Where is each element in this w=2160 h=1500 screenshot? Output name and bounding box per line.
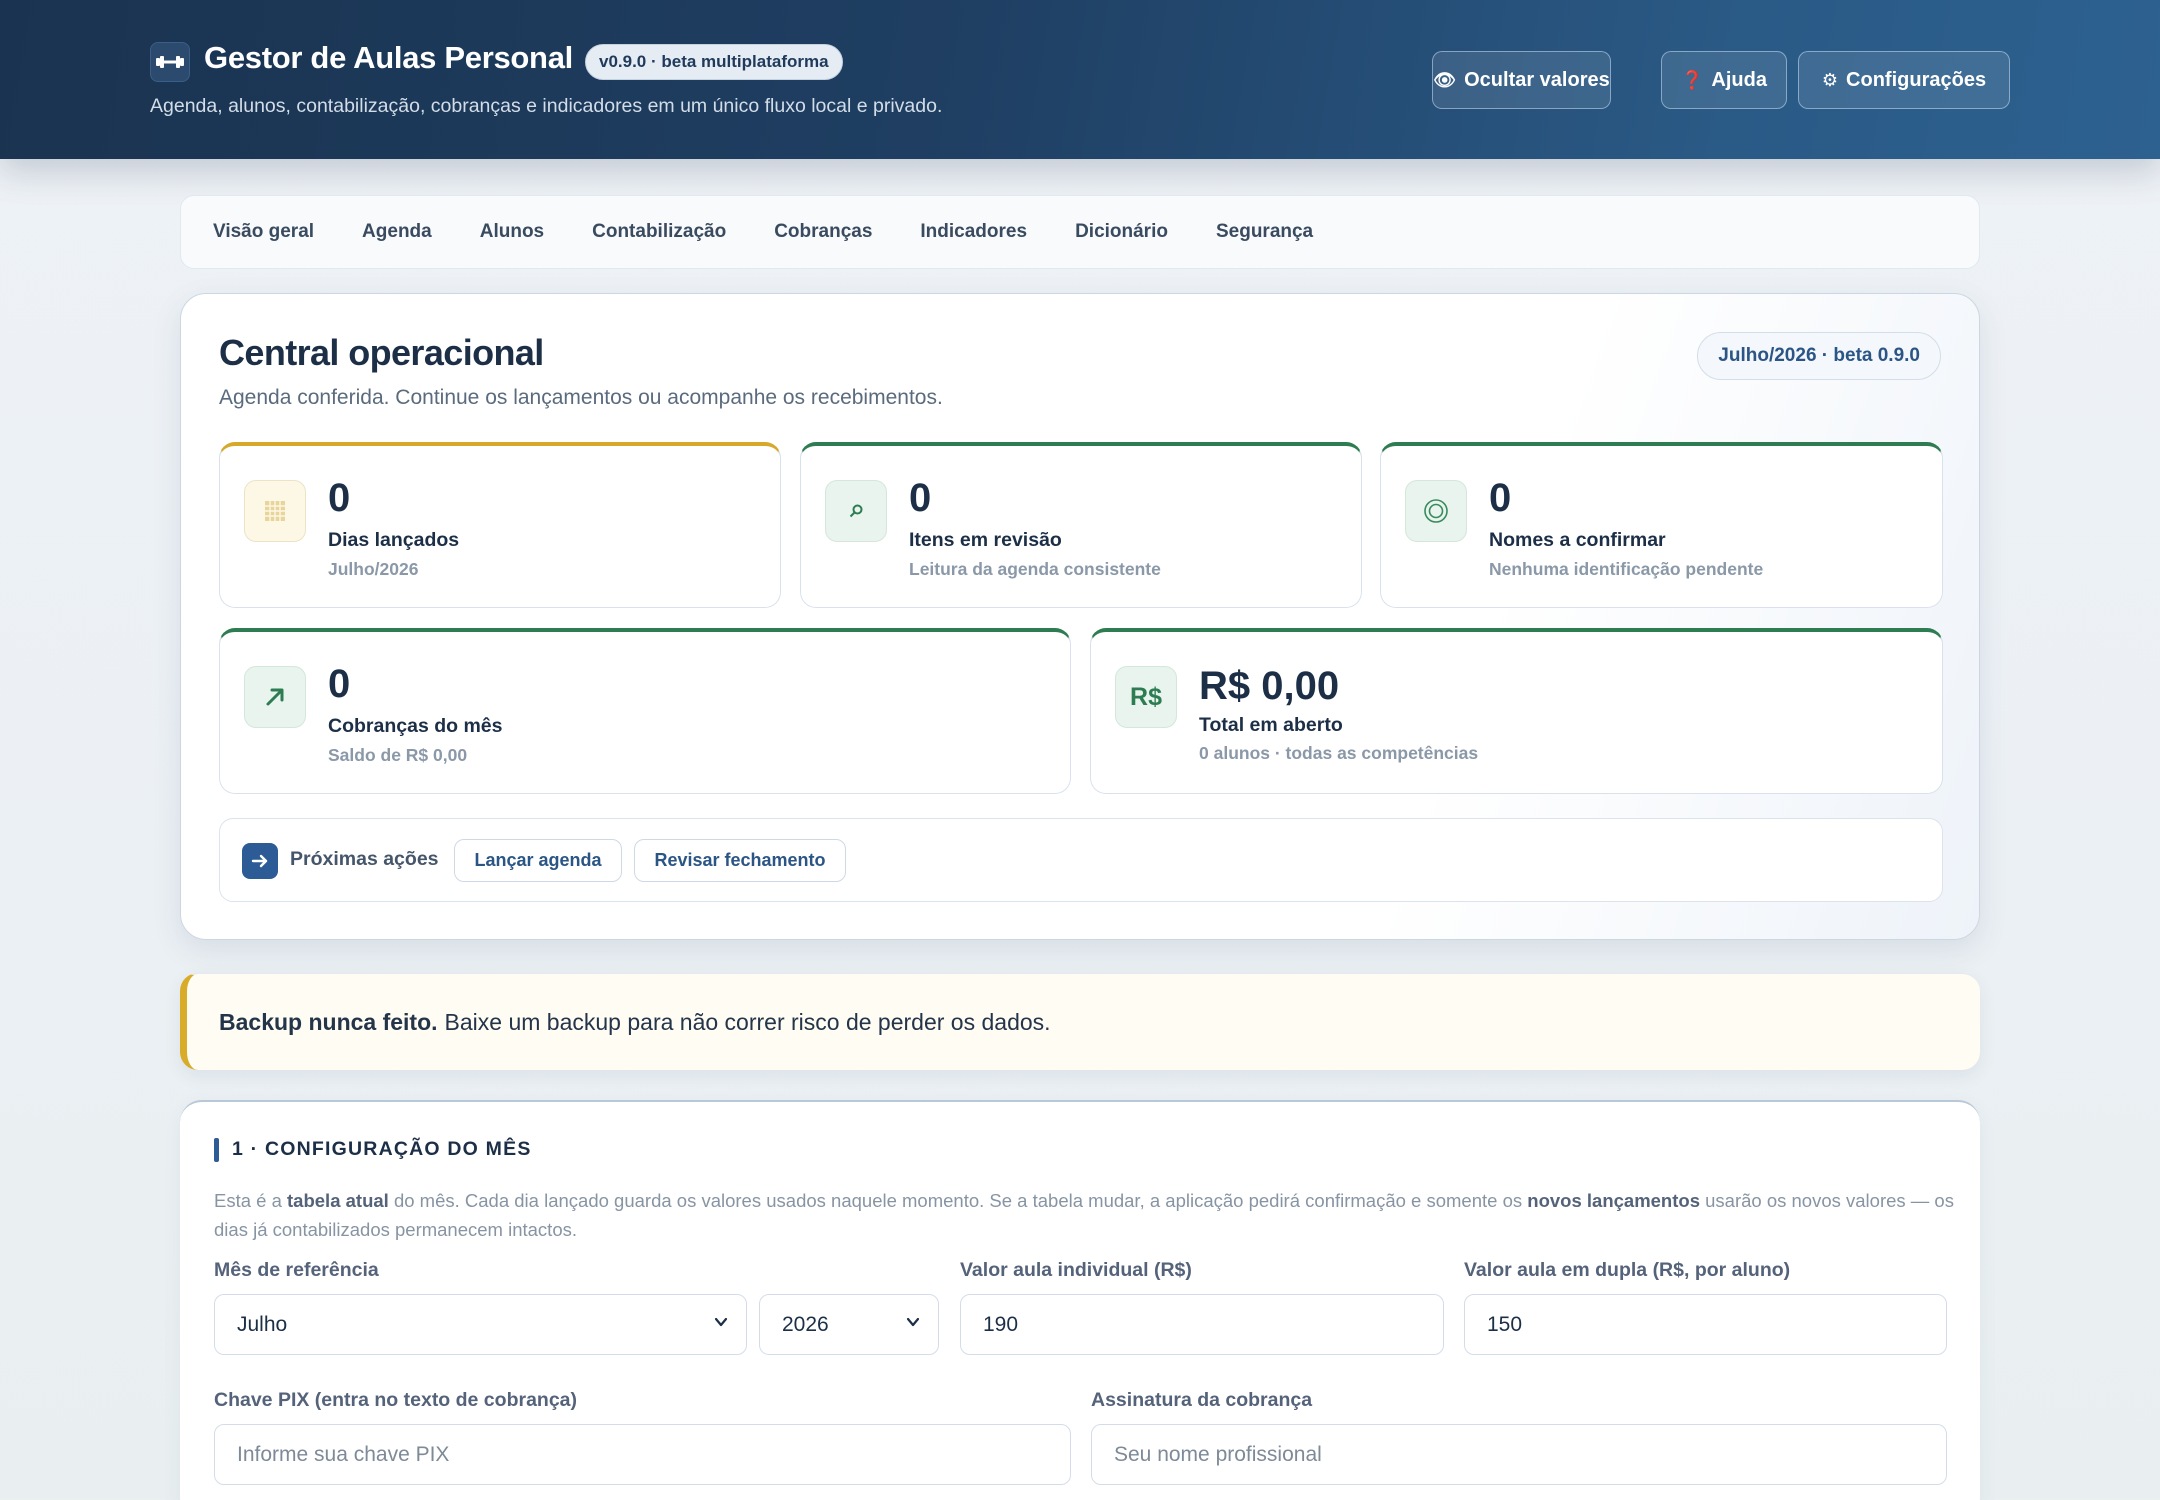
metric-sub: Saldo de R$ 0,00 xyxy=(328,745,468,765)
metric-value: 0 xyxy=(328,476,351,520)
app-subtitle: Agenda, alunos, contabilização, cobrança… xyxy=(150,95,943,117)
operations-title: Central operacional xyxy=(219,332,544,373)
chevron-down-icon xyxy=(714,1317,728,1327)
year-select-value: 2026 xyxy=(782,1312,829,1336)
tab-dictionary[interactable]: Dicionário xyxy=(1075,221,1168,243)
operations-subtitle: Agenda conferida. Continue os lançamento… xyxy=(219,386,943,409)
metric-monthly-charges: 0 Cobranças do mês Saldo de R$ 0,00 xyxy=(219,628,1071,794)
metric-sub: Julho/2026 xyxy=(328,559,419,579)
question-icon: ❓ xyxy=(1681,69,1704,90)
next-actions-label: Próximas ações xyxy=(290,848,439,870)
metric-sub: 0 alunos · todas as competências xyxy=(1199,743,1479,763)
month-select-value: Julho xyxy=(237,1312,288,1336)
metric-total-open: R$ R$ 0,00 Total em aberto 0 alunos · to… xyxy=(1090,628,1943,794)
hide-values-label: Ocultar valores xyxy=(1464,68,1610,91)
tab-overview[interactable]: Visão geral xyxy=(213,221,314,243)
settings-label: Configurações xyxy=(1846,68,1987,91)
review-closing-button[interactable]: Revisar fechamento xyxy=(634,839,846,882)
search-icon xyxy=(825,480,887,542)
help-button[interactable]: ❓ Ajuda xyxy=(1661,51,1787,109)
metric-value: 0 xyxy=(1489,476,1512,520)
metric-names-to-confirm: 0 Nomes a confirmar Nenhuma identificaçã… xyxy=(1380,442,1943,608)
metric-value: R$ 0,00 xyxy=(1199,664,1340,708)
individual-price-input[interactable]: 190 xyxy=(960,1294,1444,1355)
pix-label: Chave PIX (entra no texto de cobrança) xyxy=(214,1389,578,1411)
double-price-label: Valor aula em dupla (R$, por aluno) xyxy=(1464,1259,1791,1281)
backup-alert: Backup nunca feito. Baixe um backup para… xyxy=(180,973,1980,1070)
pix-input[interactable]: Informe sua chave PIX xyxy=(214,1424,1071,1485)
hide-values-button[interactable]: 👁 Ocultar valores xyxy=(1432,51,1611,109)
config-help-text: Esta é a tabela atual do mês. Cada dia l… xyxy=(214,1190,1954,1240)
tab-students[interactable]: Alunos xyxy=(480,221,544,243)
metric-label: Itens em revisão xyxy=(909,529,1062,551)
currency-icon: R$ xyxy=(1115,666,1177,728)
section-title: 1 · CONFIGURAÇÃO DO MÊS xyxy=(214,1138,532,1162)
settings-button[interactable]: ⚙ Configurações xyxy=(1798,51,2010,109)
gear-icon: ⚙ xyxy=(1821,69,1839,90)
tab-security[interactable]: Segurança xyxy=(1216,221,1313,243)
signature-input[interactable]: Seu nome profissional xyxy=(1091,1424,1947,1485)
period-badge: Julho/2026 · beta 0.9.0 xyxy=(1697,332,1941,380)
next-actions-bar: Próximas ações Lançar agenda Revisar fec… xyxy=(219,818,1943,902)
metric-sub: Nenhuma identificação pendente xyxy=(1489,559,1764,579)
backup-alert-title: Backup nunca feito. xyxy=(219,1008,438,1035)
metric-value: 0 xyxy=(909,476,932,520)
tab-agenda[interactable]: Agenda xyxy=(362,221,432,243)
metric-label: Nomes a confirmar xyxy=(1489,529,1666,551)
help-label: Ajuda xyxy=(1711,68,1767,91)
calendar-icon xyxy=(244,480,306,542)
operations-card: Central operacional Agenda conferida. Co… xyxy=(180,293,1980,940)
tab-accounting[interactable]: Contabilização xyxy=(592,221,726,243)
app-header: Gestor de Aulas Personal v0.9.0 · beta m… xyxy=(0,0,2160,159)
metric-sub: Leitura da agenda consistente xyxy=(909,559,1161,579)
tab-billing[interactable]: Cobranças xyxy=(774,221,872,243)
metric-label: Cobranças do mês xyxy=(328,715,503,737)
metric-review-items: 0 Itens em revisão Leitura da agenda con… xyxy=(800,442,1362,608)
trend-up-icon xyxy=(244,666,306,728)
month-select[interactable]: Julho xyxy=(214,1294,747,1355)
signature-label: Assinatura da cobrança xyxy=(1091,1389,1313,1411)
month-label: Mês de referência xyxy=(214,1259,379,1281)
individual-price-label: Valor aula individual (R$) xyxy=(960,1259,1192,1281)
tab-indicators[interactable]: Indicadores xyxy=(920,221,1027,243)
backup-alert-text: Baixe um backup para não correr risco de… xyxy=(444,1008,1051,1035)
dumbbell-icon xyxy=(150,42,190,82)
app-title: Gestor de Aulas Personal xyxy=(204,40,573,75)
double-price-input[interactable]: 150 xyxy=(1464,1294,1947,1355)
target-icon xyxy=(1405,480,1467,542)
chevron-down-icon xyxy=(906,1317,920,1327)
metric-days-launched: 0 Dias lançados Julho/2026 xyxy=(219,442,781,608)
version-badge: v0.9.0 · beta multiplataforma xyxy=(585,44,843,80)
arrow-right-icon xyxy=(242,843,278,879)
year-select[interactable]: 2026 xyxy=(759,1294,939,1355)
main-nav: Visão geral Agenda Alunos Contabilização… xyxy=(180,195,1980,269)
launch-agenda-button[interactable]: Lançar agenda xyxy=(454,839,622,882)
metric-value: 0 xyxy=(328,662,351,706)
eye-icon: 👁 xyxy=(1433,69,1457,90)
metric-label: Total em aberto xyxy=(1199,714,1343,736)
metric-label: Dias lançados xyxy=(328,529,460,551)
month-config-section: 1 · CONFIGURAÇÃO DO MÊS Esta é a tabela … xyxy=(180,1100,1980,1500)
